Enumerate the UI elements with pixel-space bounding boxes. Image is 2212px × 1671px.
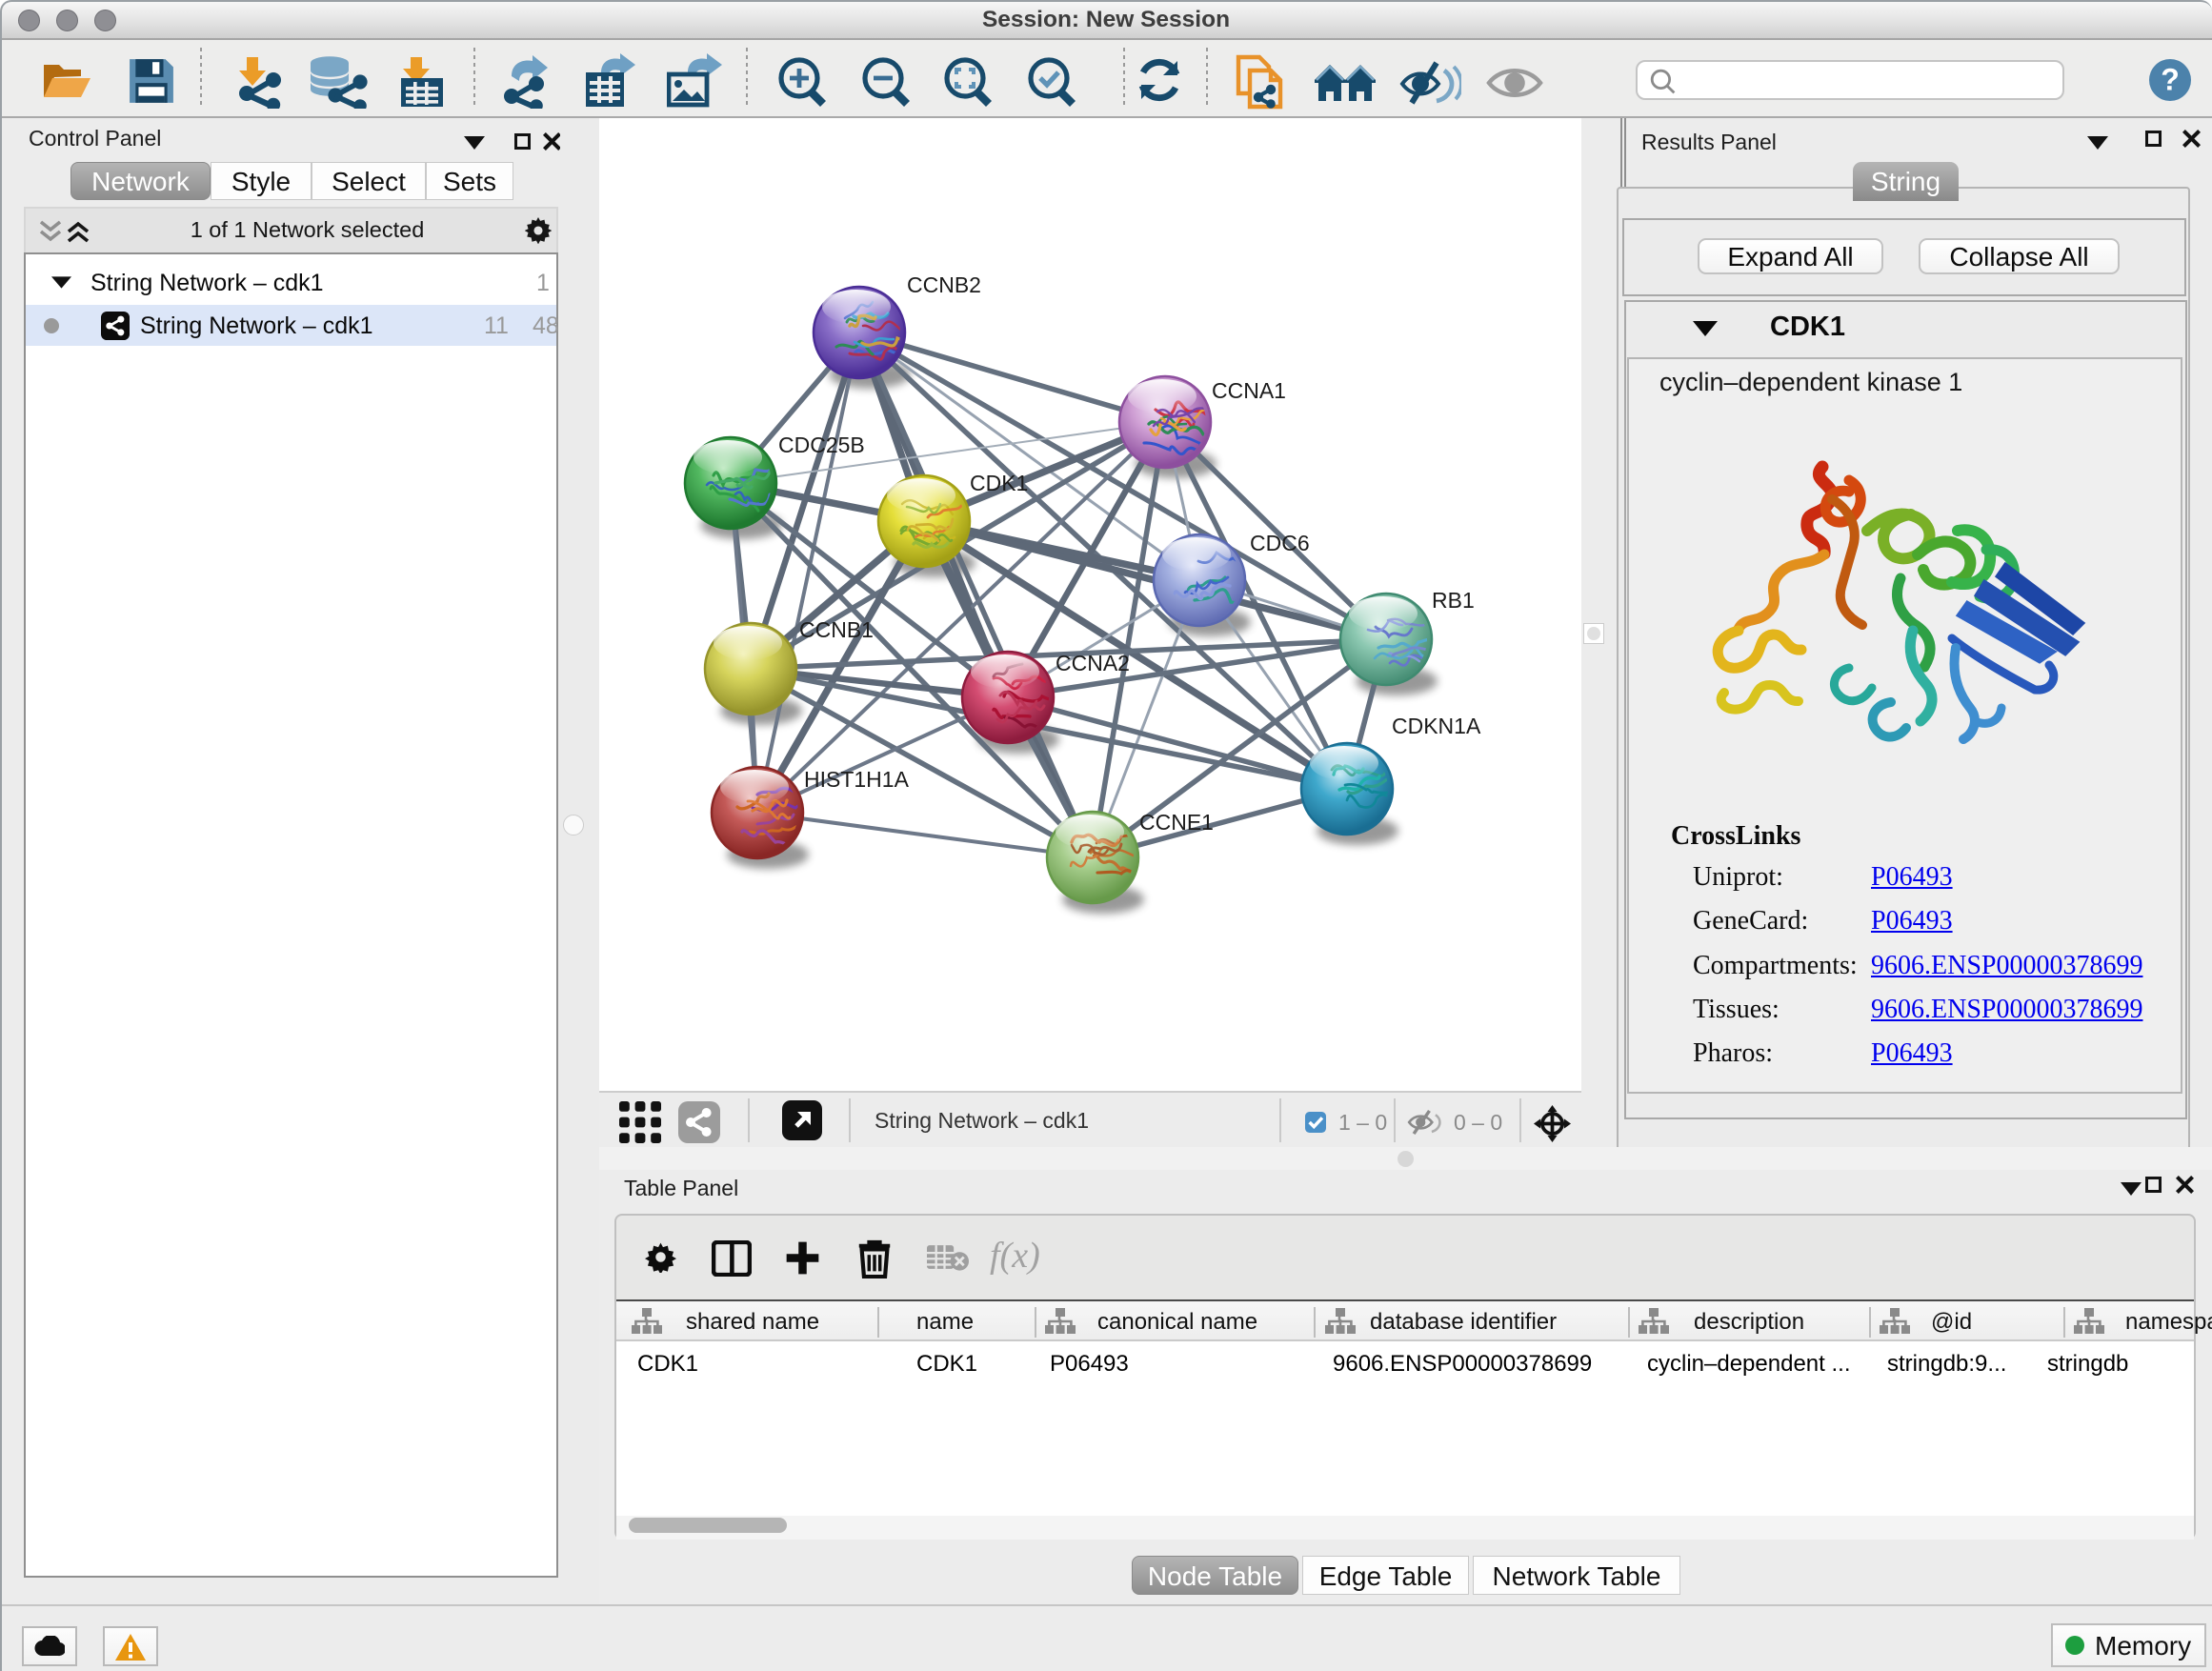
- svg-text:CCNA1: CCNA1: [1212, 378, 1286, 403]
- svg-text:CCNB1: CCNB1: [799, 617, 874, 642]
- svg-text:?: ?: [2161, 63, 2180, 97]
- svg-text:CDK1: CDK1: [970, 471, 1028, 495]
- svg-text:RB1: RB1: [1432, 588, 1475, 613]
- svg-text:CDC6: CDC6: [1250, 531, 1310, 555]
- svg-text:CCNA2: CCNA2: [1056, 651, 1130, 675]
- svg-text:CDKN1A: CDKN1A: [1392, 714, 1481, 738]
- svg-text:CCNE1: CCNE1: [1139, 810, 1214, 835]
- svg-text:CDC25B: CDC25B: [778, 433, 865, 457]
- svg-text:HIST1H1A: HIST1H1A: [804, 767, 910, 792]
- svg-text:CCNB2: CCNB2: [907, 272, 981, 297]
